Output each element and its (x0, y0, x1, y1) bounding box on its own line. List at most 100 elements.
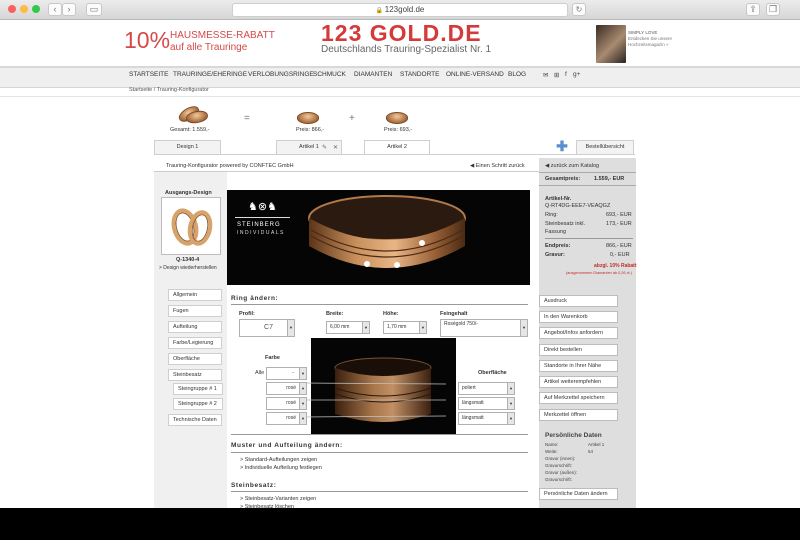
color-select-3[interactable]: rosé ▼ (266, 412, 307, 425)
feingehalt-label: Feingehalt (440, 311, 468, 317)
profil-select[interactable]: C7 ▼ (239, 319, 295, 337)
tab-artikel1-label: Artikel 1 (299, 144, 319, 150)
ad-line1[interactable]: SIMPLY LOVE (628, 30, 657, 35)
feingehalt-select[interactable]: Roségold 750/- ▼ (440, 319, 528, 337)
direkt-bestellen-button[interactable]: Direkt bestellen (539, 344, 618, 356)
muster-divider (231, 452, 528, 453)
tab-design1[interactable]: Design 1 (154, 140, 221, 154)
weiterempfehlen-button[interactable]: Artikel weiterempfehlen (539, 376, 618, 388)
nav-verlobungsringe[interactable]: VERLOBUNGSRINGE (248, 71, 314, 78)
close-window-icon[interactable] (8, 5, 16, 13)
pd-gravur-aussen-label: Gravur (außen): (545, 470, 578, 475)
pd-gravurschrift1-label: Gravurschrift: (545, 463, 573, 468)
nav-standorte[interactable]: STANDORTE (400, 71, 440, 78)
menu-steingruppe2[interactable]: Steingruppe # 2 (173, 398, 223, 410)
menu-farbe[interactable]: Farbe/Legierung (168, 337, 222, 349)
right-divider-2 (539, 185, 636, 186)
surface-select-3[interactable]: längsmatt ▼ (458, 412, 515, 425)
angebot-button[interactable]: Angebot/Infos anfordern (539, 327, 618, 339)
ad-line2[interactable]: Entdecken Sie unsere (628, 36, 672, 41)
address-bar[interactable]: 🔒 123gold.de (232, 3, 568, 17)
pd-gravur-innen-label: Gravur (innen): (545, 456, 576, 461)
menu-aufteilung[interactable]: Aufteilung (168, 321, 222, 333)
merkzettel-oeffnen-button[interactable]: Merkzettel öffnen (539, 409, 618, 421)
grid-icon[interactable]: ⊞ (554, 71, 559, 79)
gravur-value: 0,- EUR (610, 252, 630, 258)
promo-line1[interactable]: HAUSMESSE-RABATT (170, 30, 275, 41)
color-select-1[interactable]: rosé ▼ (266, 382, 307, 395)
artikelnr-label: Artikel-Nr. (545, 196, 572, 202)
menu-steinbesatz[interactable]: Steinbesatz (168, 369, 222, 381)
total-price-label: Gesamt: 1.559,- (170, 127, 210, 133)
chevron-down-icon: ▼ (507, 383, 514, 394)
site-logo[interactable]: 123 GOLD.DE (321, 20, 482, 47)
close-tab-icon[interactable]: ✕ (333, 144, 338, 151)
menu-allgemein[interactable]: Allgemein (168, 289, 222, 301)
ausgangs-design-thumbnail[interactable] (161, 197, 221, 255)
nav-online-versand[interactable]: ONLINE-VERSAND (446, 71, 504, 78)
breite-select[interactable]: 6,00 mm ▼ (326, 321, 370, 334)
promo-line2[interactable]: auf alle Trauringe (170, 42, 247, 53)
minimize-window-icon[interactable] (20, 5, 28, 13)
alle-value: - (292, 370, 294, 376)
share-icon[interactable]: ⇪ (746, 3, 760, 16)
steinbesatz-price-value: 173,- EUR (606, 221, 632, 227)
promo-percent[interactable]: 10% (124, 27, 170, 54)
chevron-down-icon: ▼ (507, 413, 514, 424)
site-tagline: Deutschlands Trauring-Spezialist Nr. 1 (321, 44, 492, 55)
menu-fugen[interactable]: Fugen (168, 305, 222, 317)
pd-name-value: Artikel 1 (588, 442, 605, 447)
step-back-link[interactable]: ◀ Einen Schritt zurück (470, 163, 525, 169)
facebook-icon[interactable]: f (565, 71, 567, 78)
edit-icon[interactable]: ✎ (322, 144, 327, 151)
brand-emblem-icon: ♞⊗♞ (235, 200, 290, 218)
profil-value: C7 (264, 324, 273, 331)
nav-schmuck[interactable]: SCHMUCK (313, 71, 346, 78)
alle-select[interactable]: - ▼ (266, 367, 307, 380)
browser-toolbar: ‹ › ▭ 🔒 123gold.de ↻ ⇪ ❐ (0, 0, 800, 20)
breite-label: Breite: (326, 311, 344, 317)
nav-blog[interactable]: BLOG (508, 71, 526, 78)
color-select-2[interactable]: rosé ▼ (266, 397, 307, 410)
nav-startseite[interactable]: STARTSEITE (129, 71, 169, 78)
individuelle-aufteilung-link[interactable]: > Individuelle Aufteilung festlegen (240, 465, 322, 471)
tabs-icon[interactable]: ❐ (766, 3, 780, 16)
tab-bestelluebersicht[interactable]: Bestellübersicht (576, 140, 634, 154)
surface-select-2[interactable]: längsmatt ▼ (458, 397, 515, 410)
googleplus-icon[interactable]: g+ (573, 71, 580, 78)
tab-artikel2[interactable]: Artikel 2 (364, 140, 430, 154)
color-value-3: rosé (286, 415, 296, 421)
add-article-icon[interactable]: ✚ (556, 139, 568, 153)
hoehe-value: 1,70 mm (387, 324, 407, 330)
design-code: Q-1340-4 (176, 257, 200, 263)
zoom-window-icon[interactable] (32, 5, 40, 13)
merkzettel-speichern-button[interactable]: Auf Merkzettel speichern (539, 392, 618, 404)
menu-technische-daten[interactable]: Technische Daten (168, 414, 222, 426)
surface-select-1[interactable]: poliert ▼ (458, 382, 515, 395)
standorte-button[interactable]: Standorte in Ihrer Nähe (539, 360, 618, 372)
standard-aufteilungen-link[interactable]: > Standard-Aufteilungen zeigen (240, 457, 317, 463)
menu-oberflaeche[interactable]: Oberfläche (168, 353, 222, 365)
sidebar-icon[interactable]: ▭ (86, 3, 102, 16)
menu-steingruppe1[interactable]: Steingruppe # 1 (173, 383, 223, 395)
breadcrumb[interactable]: Startseite / Trauring-Konfigurator (129, 87, 209, 93)
gravur-label: Gravur: (545, 252, 565, 258)
ausdruck-button[interactable]: Ausdruck (539, 295, 618, 307)
warenkorb-button[interactable]: In den Warenkorb (539, 311, 618, 323)
persoenliche-daten-button[interactable]: Persönliche Daten ändern (539, 488, 618, 500)
mail-icon[interactable]: ✉ (543, 71, 548, 79)
ad-line3[interactable]: Hochzeitsmagazin » (628, 42, 669, 47)
hoehe-select[interactable]: 1,70 mm ▼ (383, 321, 427, 334)
back-icon[interactable]: ‹ (48, 3, 62, 16)
back-to-catalog-link[interactable]: ◀ zurück zum Katalog (545, 163, 599, 169)
surface-value-1: poliert (462, 385, 476, 391)
magazine-ad-image[interactable] (596, 25, 626, 63)
restore-design-link[interactable]: > Design wiederherstellen (159, 265, 217, 271)
steinbesatz-varianten-link[interactable]: > Steinbesatz-Varianten zeigen (240, 496, 316, 502)
artikelnr-value: Q-RT4DG-EEE7-VEAQGZ (545, 203, 611, 209)
gesamtpreis-value: 1.559,- EUR (594, 176, 625, 182)
nav-diamanten[interactable]: DIAMANTEN (354, 71, 392, 78)
nav-trauringe[interactable]: TRAURINGE/EHERINGE (173, 71, 247, 78)
forward-icon[interactable]: › (62, 3, 76, 16)
reload-icon[interactable]: ↻ (572, 3, 586, 16)
